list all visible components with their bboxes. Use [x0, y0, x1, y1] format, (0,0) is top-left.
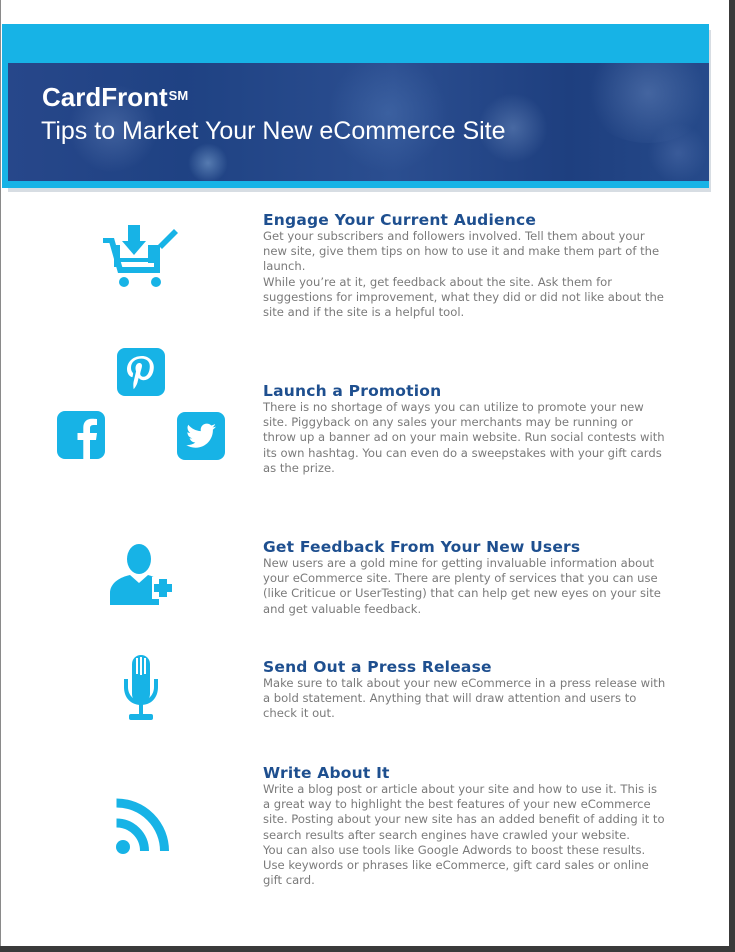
tip-body: Get your subscribers and followers invol… [263, 229, 703, 320]
microphone-icon [124, 655, 158, 720]
twitter-icon [177, 412, 225, 460]
tip-heading: Send Out a Press Release [263, 658, 492, 676]
tip-body-line: as the prize. [263, 460, 335, 475]
tip-body-line: site. Posting about your new site has an… [263, 812, 665, 827]
page-edge-bottom [0, 946, 735, 952]
tip-heading: Engage Your Current Audience [263, 211, 537, 229]
facebook-icon [57, 411, 105, 459]
tip-body-line: site and if the site is a helpful tool. [263, 305, 465, 320]
tip-body-line: its own hashtag. You can even do a sweep… [263, 445, 662, 460]
tip-body-line: Use keywords or phrases like eCommerce, … [263, 858, 649, 873]
tip-body-line: check it out. [263, 706, 335, 721]
tip-body-line: and get valuable feedback. [263, 601, 422, 616]
tip-launch-promotion: Launch a Promotion There is no shortage … [263, 382, 703, 476]
tip-body-line: New users are a gold mine for getting in… [263, 556, 655, 570]
tip-body-line: Write a blog post or article about your … [263, 782, 658, 796]
tip-body: Make sure to talk about your new eCommer… [263, 676, 703, 722]
tip-body-line: search results after search engines have… [263, 827, 630, 842]
tip-body-line: (like Criticue or UserTesting) that can … [263, 586, 661, 601]
rss-feed-icon [116, 798, 169, 854]
tip-body-line: suggestions for improvement, what they d… [263, 289, 664, 304]
tip-body-line: There is no shortage of ways you can uti… [263, 400, 644, 414]
tip-body-line: Make sure to talk about your new eCommer… [263, 676, 666, 690]
tip-body-line: throw up a banner ad on your main websit… [263, 430, 665, 445]
page-edge-right [729, 0, 735, 952]
tip-write-about-it: Write About It Write a blog post or arti… [263, 764, 703, 888]
tip-body-line: your eCommerce site. There are plenty of… [263, 571, 658, 586]
tip-body-line: a great way to highlight the best featur… [263, 797, 651, 812]
tip-body-line: You can also use tools like Google Adwor… [263, 842, 646, 857]
brand-name: CardFront [42, 82, 168, 112]
tip-body-line: site. Piggyback on any sales your mercha… [263, 415, 633, 430]
tip-body-line: While you’re at it, get feedback about t… [263, 274, 613, 289]
tip-heading: Launch a Promotion [263, 382, 442, 400]
tip-body: New users are a gold mine for getting in… [263, 556, 703, 617]
shopping-cart-download-icon [103, 225, 178, 287]
tip-get-feedback: Get Feedback From Your New Users New use… [263, 538, 703, 617]
tip-body-line: launch. [263, 259, 306, 274]
tip-engage-audience: Engage Your Current Audience Get your su… [263, 211, 703, 320]
tip-body-line: Get your subscribers and followers invol… [263, 229, 645, 243]
tip-body: Write a blog post or article about your … [263, 782, 703, 888]
add-user-icon [110, 544, 174, 605]
service-mark: SM [168, 88, 189, 103]
tip-body-line: gift card. [263, 873, 315, 888]
page-title: Tips to Market Your New eCommerce Site [41, 117, 506, 145]
tip-body-line: new site, give them tips on how to use i… [263, 244, 660, 259]
page-edge-left [0, 0, 1, 952]
tip-body-line: a bold statement. Anything that will dra… [263, 691, 637, 706]
brand-title: CardFrontSM [42, 82, 188, 112]
tip-press-release: Send Out a Press Release Make sure to ta… [263, 658, 703, 722]
tip-heading: Get Feedback From Your New Users [263, 538, 581, 556]
tip-body: There is no shortage of ways you can uti… [263, 400, 703, 476]
pinterest-icon [117, 348, 165, 396]
tip-heading: Write About It [263, 764, 390, 782]
